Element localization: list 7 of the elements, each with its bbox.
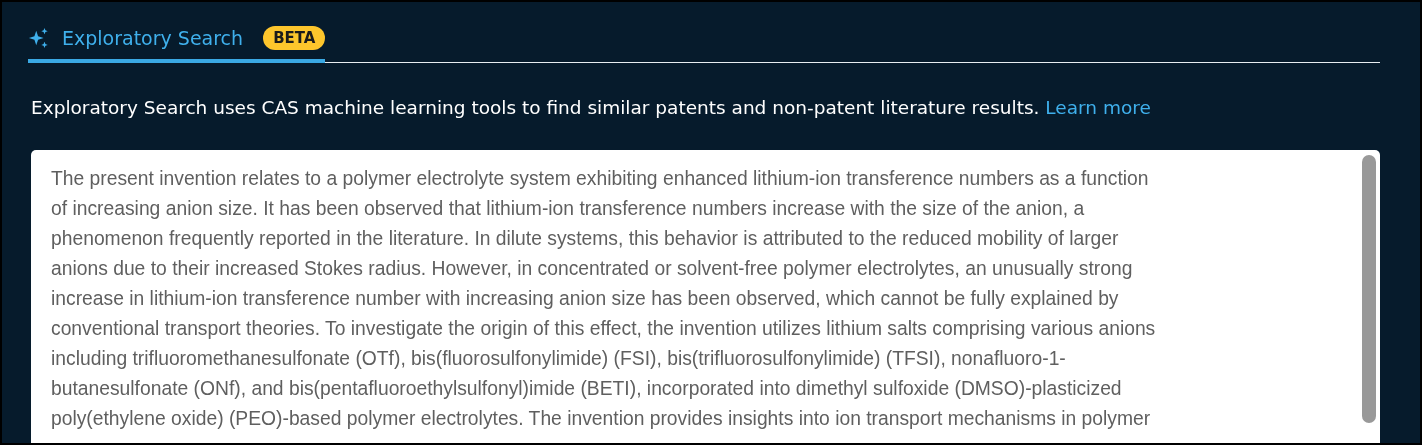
tab[interactable]: Exploratory Search BETA <box>28 22 326 63</box>
beta-badge: BETA <box>263 26 326 50</box>
sparkle-icon <box>28 27 50 49</box>
learn-more-link[interactable]: Learn more <box>1045 97 1151 118</box>
scrollbar-thumb[interactable] <box>1362 155 1376 423</box>
query-text-field[interactable]: The present invention relates to a polymer electrolyte system exhibiting enhanced lithium-ion transference numbers as a function of increasing anion size. It has been observed that lithium-ion transference numbers increase with the size of the anion, a phenomenon frequently reported in the literature. In dilute systems, this behavior is attributed to the reduced mobility of larger anions due to their increased Stokes radius. However, in concentrated or solvent-free polymer electrolytes, an unusually strong increase in lithium-ion transference number with increasing anion size has been observed, which cannot be fully explained by conventional transport theories. To investigate the origin of this effect, the invention utilizes lithium salts comprising various anions including trifluoromethanesulfonate (OTf), bis(fluorosulfonylimide) (FSI), bis(trifluorosulfonylimide) (TFSI), nonafluoro-1- butanesulfonate (ONf), and bis(pentafluoroethylsulfonyl)imide (BETI), incorporated into dimethyl sulfoxide (DMSO)-plasticized poly(ethylene oxide) (PEO)-based polymer electrolytes. The invention provides insights into ion transport mechanisms in polymer <box>31 150 1380 443</box>
description-text: Exploratory Search uses CAS machine learning tools to find similar patents and non-patent literature results. <box>31 97 1040 118</box>
